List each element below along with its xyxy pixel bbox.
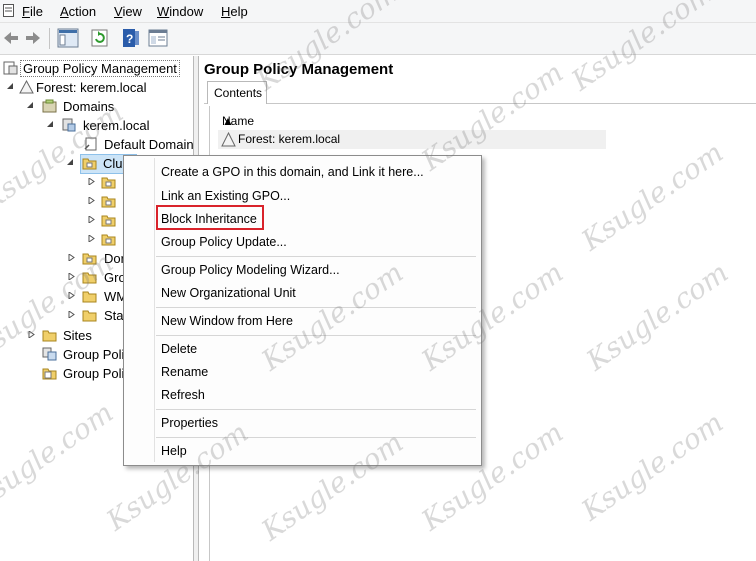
folder-icon bbox=[82, 310, 97, 322]
toolbar-separator bbox=[49, 28, 50, 49]
tree-domains-label: Domains bbox=[63, 99, 115, 114]
expanded-arrow-icon[interactable] bbox=[67, 159, 74, 166]
help-icon[interactable]: ? bbox=[121, 28, 141, 48]
list-item-label: Forest: kerem.local bbox=[238, 132, 341, 146]
ou-folder-icon bbox=[82, 253, 97, 265]
tree-domain-label: kerem.local bbox=[83, 118, 150, 133]
domain-icon bbox=[62, 118, 76, 132]
ou-folder-icon bbox=[82, 158, 97, 170]
menu-help[interactable]: Help bbox=[221, 4, 248, 19]
menu-separator bbox=[156, 335, 476, 336]
forest-icon bbox=[19, 80, 34, 94]
menu-item-delete[interactable]: Delete bbox=[161, 342, 197, 356]
tab-contents[interactable]: Contents bbox=[207, 81, 267, 104]
tree-root-label: Group Policy Management bbox=[20, 60, 180, 77]
tree-dom-label: Dor bbox=[104, 251, 125, 266]
tree-domain[interactable]: kerem.local bbox=[0, 116, 190, 135]
tree-ou-clu-label: Clu bbox=[103, 156, 123, 171]
expanded-arrow-icon[interactable] bbox=[7, 83, 14, 90]
forward-icon[interactable] bbox=[24, 28, 42, 48]
ou-folder-icon bbox=[101, 215, 116, 227]
gp-modeling-icon bbox=[42, 347, 57, 361]
expanded-arrow-icon[interactable] bbox=[47, 121, 54, 128]
tree-default-domain-label: Default Domain bbox=[104, 137, 194, 152]
menu-bar: File Action View Window Help bbox=[0, 0, 756, 23]
collapsed-arrow-icon[interactable] bbox=[68, 292, 75, 299]
tree-forest[interactable]: Forest: kerem.local bbox=[0, 78, 190, 97]
collapsed-arrow-icon[interactable] bbox=[88, 178, 95, 185]
refresh-icon[interactable] bbox=[90, 28, 110, 48]
expanded-arrow-icon[interactable] bbox=[27, 102, 34, 109]
menu-item-link-existing-gpo[interactable]: Link an Existing GPO... bbox=[161, 189, 290, 203]
menu-item-create-gpo[interactable]: Create a GPO in this domain, and Link it… bbox=[161, 165, 424, 179]
menu-item-gp-update[interactable]: Group Policy Update... bbox=[161, 235, 287, 249]
menu-file[interactable]: File bbox=[22, 4, 43, 19]
collapsed-arrow-icon[interactable] bbox=[68, 254, 75, 261]
page-title: Group Policy Management bbox=[204, 61, 394, 78]
toolbar: ? bbox=[0, 23, 756, 55]
tab-strip: Contents bbox=[204, 81, 756, 104]
properties-icon[interactable] bbox=[148, 28, 168, 48]
folder-icon bbox=[82, 272, 97, 284]
menu-item-help[interactable]: Help bbox=[161, 444, 187, 458]
menu-separator bbox=[156, 437, 476, 438]
menu-item-new-window[interactable]: New Window from Here bbox=[161, 314, 293, 328]
tree-sites-label: Sites bbox=[63, 328, 92, 343]
context-menu: Create a GPO in this domain, and Link it… bbox=[123, 155, 482, 466]
tree-domains[interactable]: Domains bbox=[0, 97, 190, 116]
tree-gp-results-label: Group Poli bbox=[63, 366, 125, 381]
gpm-icon bbox=[3, 61, 18, 75]
tree-default-domain-policy[interactable]: Default Domain bbox=[0, 135, 194, 154]
tab-contents-label: Contents bbox=[214, 86, 263, 100]
menu-window[interactable]: Window bbox=[157, 4, 203, 19]
ou-folder-icon bbox=[101, 234, 116, 246]
menu-view[interactable]: View bbox=[114, 4, 142, 19]
menu-separator bbox=[156, 256, 476, 257]
menu-action[interactable]: Action bbox=[60, 4, 96, 19]
sort-ascending-icon: ▲ bbox=[222, 114, 234, 128]
highlight-box bbox=[156, 205, 264, 230]
ou-folder-icon bbox=[101, 196, 116, 208]
menu-item-new-ou[interactable]: New Organizational Unit bbox=[161, 286, 296, 300]
collapsed-arrow-icon[interactable] bbox=[88, 216, 95, 223]
list-item[interactable]: Forest: kerem.local bbox=[218, 130, 606, 149]
tree-gp-modeling-label: Group Poli bbox=[63, 347, 125, 362]
back-icon[interactable] bbox=[2, 28, 20, 48]
tree-forest-label: Forest: kerem.local bbox=[36, 80, 147, 95]
folder-icon bbox=[82, 291, 97, 303]
sites-icon bbox=[42, 330, 57, 342]
forest-icon bbox=[221, 132, 236, 147]
gpo-link-icon bbox=[84, 137, 97, 151]
menu-separator bbox=[156, 307, 476, 308]
menu-gutter bbox=[154, 158, 155, 462]
menu-item-properties[interactable]: Properties bbox=[161, 416, 218, 430]
ou-folder-icon bbox=[101, 177, 116, 189]
menu-item-modeling-wizard[interactable]: Group Policy Modeling Wizard... bbox=[161, 263, 340, 277]
collapsed-arrow-icon[interactable] bbox=[68, 273, 75, 280]
collapsed-arrow-icon[interactable] bbox=[28, 331, 35, 338]
collapsed-arrow-icon[interactable] bbox=[88, 197, 95, 204]
menu-separator bbox=[156, 409, 476, 410]
domains-icon bbox=[42, 99, 57, 113]
menu-item-rename[interactable]: Rename bbox=[161, 365, 208, 379]
menu-item-refresh[interactable]: Refresh bbox=[161, 388, 205, 402]
show-hide-pane-icon[interactable] bbox=[57, 28, 79, 48]
collapsed-arrow-icon[interactable] bbox=[68, 311, 75, 318]
svg-text:?: ? bbox=[126, 32, 133, 46]
column-header-name[interactable]: Name ▲ bbox=[218, 112, 606, 131]
tree-root[interactable]: Group Policy Management bbox=[2, 59, 192, 78]
document-icon bbox=[3, 4, 14, 17]
collapsed-arrow-icon[interactable] bbox=[88, 235, 95, 242]
gp-results-icon bbox=[42, 368, 57, 380]
